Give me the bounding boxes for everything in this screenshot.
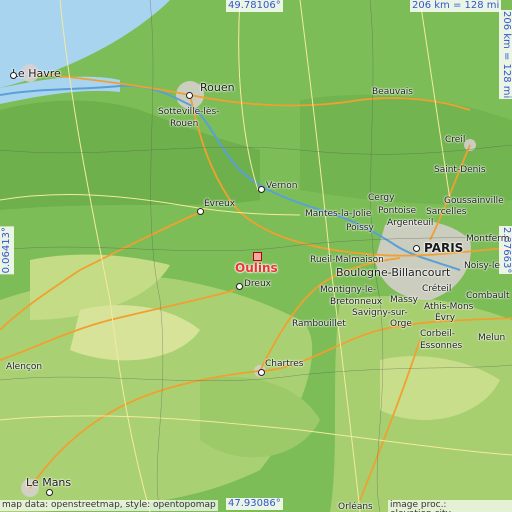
place-label: Dreux: [244, 279, 271, 289]
place-label: Massy: [390, 295, 418, 305]
target-label: Oulins: [235, 261, 278, 275]
scale-horizontal-label: 206 km = 128 mi: [410, 0, 502, 12]
place-label: Le Havre: [12, 67, 61, 80]
place-label: Évry: [435, 313, 456, 323]
city-dot-icon: [258, 186, 265, 193]
place-label: Créteil: [422, 284, 452, 294]
top-latitude-label: 49.78106°: [226, 0, 283, 12]
city-dot-icon: [236, 283, 243, 290]
place-label: PARIS: [424, 241, 464, 255]
bottom-latitude-label: 47.93086°: [226, 498, 283, 510]
place-label: Cergy: [368, 193, 395, 203]
place-label: Rouen: [170, 119, 199, 129]
place-label: Évreux: [204, 199, 236, 209]
place-label: Sotteville-lès-: [158, 107, 220, 117]
place-label: Saint-Denis: [434, 165, 486, 175]
place-label: Creil: [445, 135, 466, 145]
scale-vertical-label: 206 km = 128 mi: [499, 10, 512, 100]
place-label: Athis-Mons: [424, 302, 474, 312]
place-label: Rueil-Malmaison: [310, 255, 384, 265]
city-dot-icon: [197, 208, 204, 215]
place-label: Corbeil-: [420, 329, 455, 339]
left-longitude-label: 0.06413°: [0, 226, 14, 275]
place-label: Montferm: [466, 234, 510, 244]
place-label: Argenteuil: [387, 218, 434, 228]
attribution-proc: image proc.: elevation.city: [388, 500, 512, 512]
place-label: Rambouillet: [292, 319, 346, 329]
place-label: Goussainville: [444, 196, 504, 206]
attribution-map: map data: openstreetmap, style: opentopo…: [0, 500, 218, 511]
map-view[interactable]: 49.78106° 47.93086° 0.06413° 2.87663° 20…: [0, 0, 512, 512]
place-label: Rouen: [200, 81, 235, 94]
city-dot-icon: [186, 92, 193, 99]
place-label: Sarcelles: [426, 207, 467, 217]
place-label: Beauvais: [372, 87, 413, 97]
city-dot-icon: [10, 72, 17, 79]
place-label: Montigny-le-: [320, 285, 377, 295]
place-label: Savigny-sur-: [352, 308, 408, 318]
place-label: Essonnes: [420, 341, 463, 351]
city-dot-icon: [413, 245, 420, 252]
place-label: Pontoise: [378, 206, 417, 216]
place-label: Chartres: [265, 359, 304, 369]
place-label: Boulogne-Billancourt: [336, 266, 451, 279]
place-label: Noisy-le: [464, 261, 500, 271]
target-marker-icon[interactable]: [253, 252, 262, 261]
place-label: Melun: [478, 333, 506, 343]
place-label: Combault: [466, 291, 510, 301]
place-label: Poissy: [346, 223, 374, 233]
place-label: Orge: [390, 319, 412, 329]
place-label: Bretonneux: [330, 297, 383, 307]
city-dot-icon: [46, 489, 53, 496]
place-label: Le Mans: [26, 476, 72, 489]
place-label: Vernon: [266, 181, 298, 191]
place-label: Mantes-la-Jolie: [305, 209, 372, 219]
place-label: Alençon: [6, 362, 43, 372]
city-dot-icon: [258, 369, 265, 376]
place-label: Orléans: [338, 502, 373, 512]
